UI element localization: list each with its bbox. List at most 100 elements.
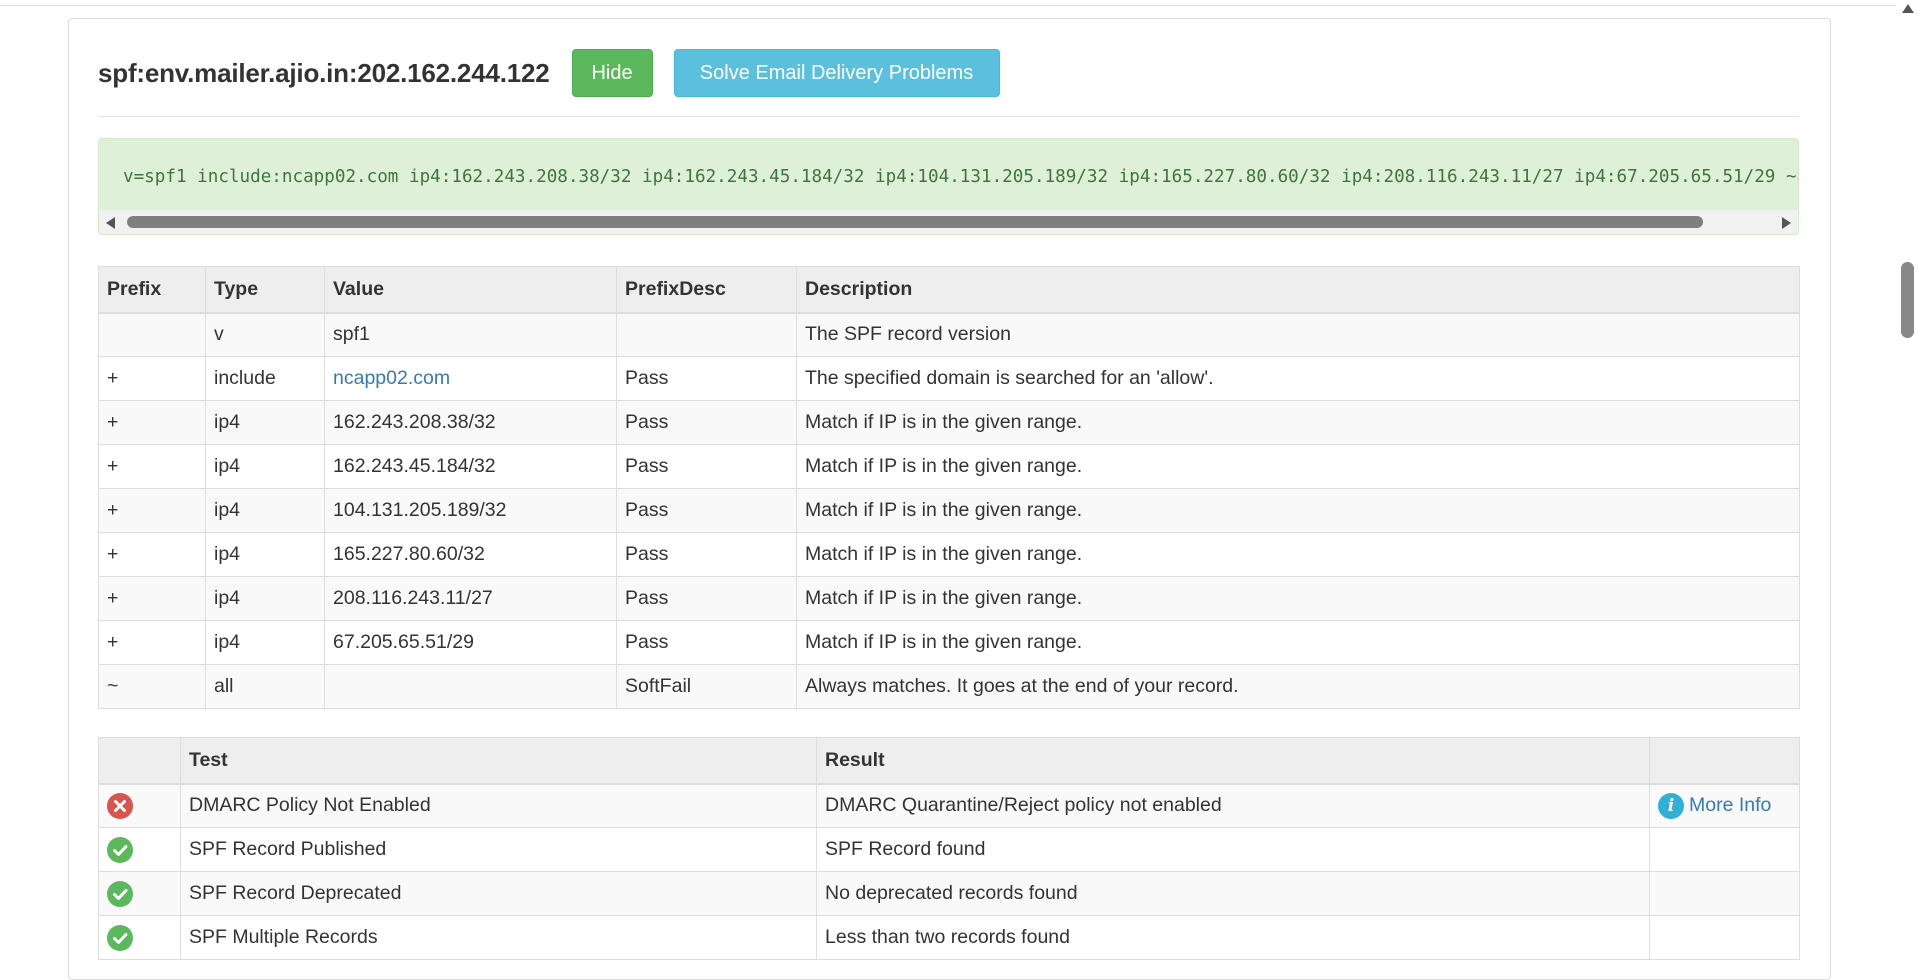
info-icon[interactable]: i: [1658, 792, 1684, 819]
table-row: + ip4 162.243.208.38/32 Pass Match if IP…: [98, 400, 1800, 445]
column-header-status: [98, 737, 181, 785]
cell-prefix: +: [98, 576, 206, 621]
spf-record-text: v=spf1 include:ncapp02.com ip4:162.243.2…: [123, 167, 1799, 187]
cell-test: SPF Record Deprecated: [180, 871, 817, 916]
cell-prefixdesc: Pass: [616, 356, 797, 401]
table-row: + include ncapp02.com Pass The specified…: [98, 356, 1800, 401]
cell-prefix: +: [98, 620, 206, 665]
table-row: + ip4 162.243.45.184/32 Pass Match if IP…: [98, 444, 1800, 489]
cell-prefixdesc: [616, 312, 797, 357]
scrollbar-thumb[interactable]: [127, 216, 1703, 228]
table-row: + ip4 104.131.205.189/32 Pass Match if I…: [98, 488, 1800, 533]
cell-more-info: [1649, 827, 1800, 872]
cell-value: 104.131.205.189/32: [324, 488, 617, 533]
cell-prefixdesc: Pass: [616, 488, 797, 533]
cell-prefix: +: [98, 444, 206, 489]
cell-type: ip4: [205, 532, 325, 577]
include-domain-link[interactable]: ncapp02.com: [333, 367, 450, 389]
spf-breakdown-table: Prefix Type Value PrefixDesc Description…: [98, 266, 1800, 709]
check-icon: [107, 880, 133, 907]
cell-type: include: [205, 356, 325, 401]
cell-type: ip4: [205, 576, 325, 621]
cell-value: 208.116.243.11/27: [324, 576, 617, 621]
cell-description: The specified domain is searched for an …: [796, 356, 1800, 401]
cell-value: [324, 664, 617, 709]
cell-status: [98, 827, 181, 872]
cell-description: Match if IP is in the given range.: [796, 620, 1800, 665]
test-results-table: Test Result DMARC Policy Not Enabled DMA…: [98, 737, 1800, 960]
table-row: + ip4 67.205.65.51/29 Pass Match if IP i…: [98, 620, 1800, 665]
scrollbar-thumb[interactable]: [1901, 262, 1914, 338]
spf-record-box: v=spf1 include:ncapp02.com ip4:162.243.2…: [98, 138, 1799, 235]
cell-description: The SPF record version: [796, 312, 1800, 357]
cell-status: [98, 783, 181, 828]
cell-prefixdesc: Pass: [616, 620, 797, 665]
cell-value: 67.205.65.51/29: [324, 620, 617, 665]
solve-email-delivery-button[interactable]: Solve Email Delivery Problems: [673, 49, 1000, 97]
cell-prefixdesc: Pass: [616, 444, 797, 489]
hide-button[interactable]: Hide: [571, 49, 653, 97]
cell-description: Match if IP is in the given range.: [796, 488, 1800, 533]
table-row: + ip4 208.116.243.11/27 Pass Match if IP…: [98, 576, 1800, 621]
cell-prefixdesc: SoftFail: [616, 664, 797, 709]
table-row: SPF Record Deprecated No deprecated reco…: [98, 871, 1800, 916]
cell-result: No deprecated records found: [816, 871, 1650, 916]
error-x-icon: [107, 792, 133, 819]
cell-description: Match if IP is in the given range.: [796, 444, 1800, 489]
cell-value: 165.227.80.60/32: [324, 532, 617, 577]
horizontal-scrollbar[interactable]: [99, 210, 1798, 234]
cell-type: ip4: [205, 488, 325, 533]
cell-value: 162.243.45.184/32: [324, 444, 617, 489]
cell-value: 162.243.208.38/32: [324, 400, 617, 445]
table-row: SPF Record Published SPF Record found: [98, 827, 1800, 872]
cell-type: ip4: [205, 444, 325, 489]
check-icon: [107, 836, 133, 863]
cell-more-info: [1649, 871, 1800, 916]
scroll-right-icon[interactable]: [1782, 217, 1791, 229]
cell-more-info: i More Info: [1649, 783, 1800, 828]
column-header-type: Type: [205, 266, 325, 314]
cell-prefixdesc: Pass: [616, 400, 797, 445]
cell-description: Match if IP is in the given range.: [796, 400, 1800, 445]
cell-prefix: +: [98, 532, 206, 577]
column-header-prefixdesc: PrefixDesc: [616, 266, 797, 314]
top-divider: [0, 5, 1896, 6]
cell-prefix: [98, 312, 206, 357]
table-row: ~ all SoftFail Always matches. It goes a…: [98, 664, 1800, 709]
vertical-scrollbar[interactable]: [1896, 0, 1919, 953]
table-row: v spf1 The SPF record version: [98, 312, 1800, 357]
cell-result: DMARC Quarantine/Reject policy not enabl…: [816, 783, 1650, 828]
column-header-value: Value: [324, 266, 617, 314]
column-header-result: Result: [816, 737, 1650, 785]
cell-prefix: +: [98, 400, 206, 445]
scroll-up-icon[interactable]: [1902, 4, 1914, 13]
more-info-link[interactable]: More Info: [1689, 794, 1771, 817]
table-row: DMARC Policy Not Enabled DMARC Quarantin…: [98, 783, 1800, 828]
cell-prefix: +: [98, 356, 206, 401]
cell-prefixdesc: Pass: [616, 576, 797, 621]
check-icon: [107, 924, 133, 951]
cell-type: all: [205, 664, 325, 709]
cell-description: Always matches. It goes at the end of yo…: [796, 664, 1800, 709]
cell-value: spf1: [324, 312, 617, 357]
cell-status: [98, 871, 181, 916]
panel-header: spf:env.mailer.ajio.in:202.162.244.122 H…: [98, 48, 1000, 98]
cell-prefix: ~: [98, 664, 206, 709]
cell-type: ip4: [205, 620, 325, 665]
cell-result: SPF Record found: [816, 827, 1650, 872]
column-header-more-info: [1649, 737, 1800, 785]
more-info-link-wrap[interactable]: i More Info: [1658, 792, 1791, 819]
cell-test: DMARC Policy Not Enabled: [180, 783, 817, 828]
scroll-left-icon[interactable]: [106, 217, 115, 229]
page-title: spf:env.mailer.ajio.in:202.162.244.122: [98, 57, 550, 88]
cell-test: SPF Record Published: [180, 827, 817, 872]
column-header-description: Description: [796, 266, 1800, 314]
column-header-test: Test: [180, 737, 817, 785]
cell-prefixdesc: Pass: [616, 532, 797, 577]
cell-description: Match if IP is in the given range.: [796, 532, 1800, 577]
table-header-row: Prefix Type Value PrefixDesc Description: [98, 266, 1800, 314]
column-header-prefix: Prefix: [98, 266, 206, 314]
table-header-row: Test Result: [98, 737, 1800, 785]
cell-type: ip4: [205, 400, 325, 445]
cell-description: Match if IP is in the given range.: [796, 576, 1800, 621]
